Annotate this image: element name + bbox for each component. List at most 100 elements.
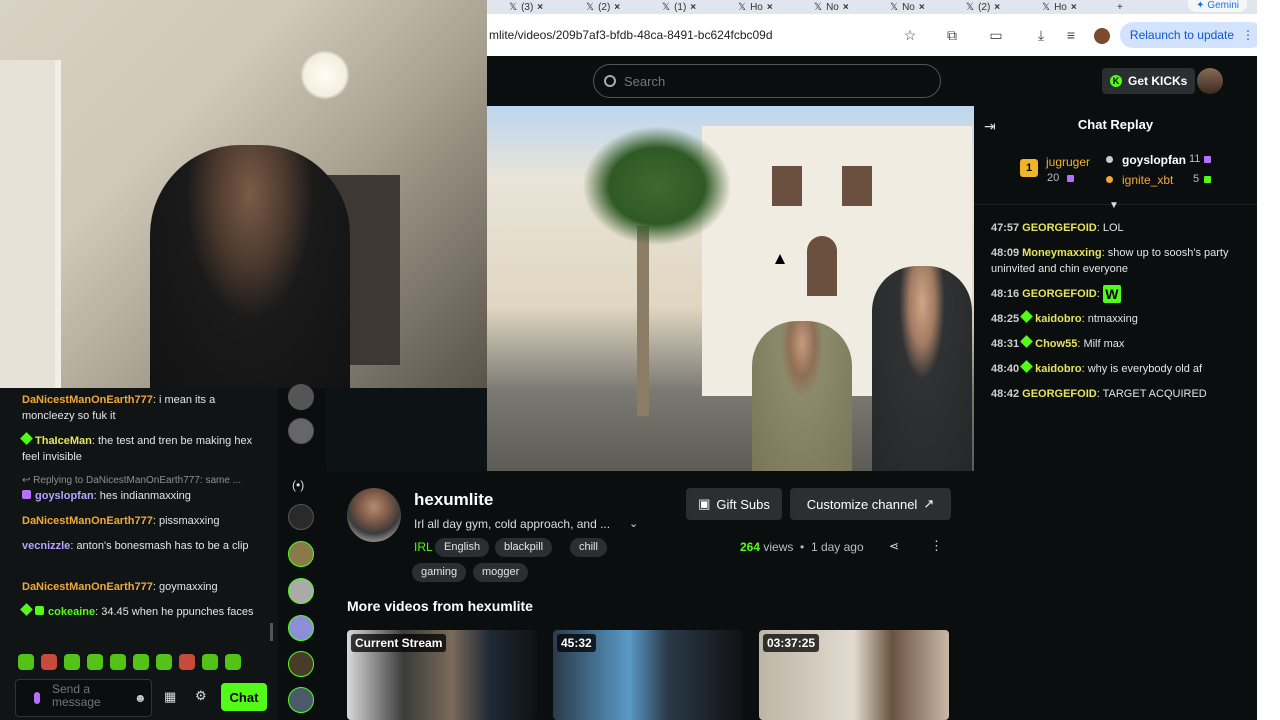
browser-tab[interactable]: 𝕏 (3) × xyxy=(509,0,543,14)
cast-icon[interactable]: ▭ xyxy=(988,27,1004,43)
close-icon[interactable]: × xyxy=(690,2,696,13)
channel-avatar[interactable] xyxy=(288,651,314,677)
stream-title: Irl all day gym, cold approach, and ... xyxy=(414,517,611,531)
new-tab-icon[interactable]: + xyxy=(1117,0,1123,14)
browser-tab[interactable]: 𝕏 Ho × xyxy=(738,0,773,14)
leaderboard-user[interactable]: jugruger xyxy=(1046,155,1090,169)
browser-tab[interactable]: 𝕏 Ho × xyxy=(1042,0,1077,14)
video-stats: 264 views • 1 day ago xyxy=(740,540,864,554)
emote-icon[interactable] xyxy=(179,654,195,670)
close-icon[interactable]: × xyxy=(1071,2,1077,13)
extensions-icon[interactable]: ⧉ xyxy=(944,27,960,43)
x-logo-icon: 𝕏 xyxy=(966,1,975,13)
user-avatar[interactable] xyxy=(1197,68,1223,94)
video-window xyxy=(807,236,837,296)
media-controls-icon[interactable]: ≡ xyxy=(1063,27,1079,43)
chat-input-box: ☻ xyxy=(15,679,152,717)
video-thumbnail[interactable]: 45:32 xyxy=(553,630,743,720)
close-icon[interactable]: × xyxy=(614,2,620,13)
store-icon[interactable]: ▦ xyxy=(164,689,176,705)
browser-tab[interactable]: 𝕏 No × xyxy=(890,0,925,14)
emote-icon[interactable] xyxy=(202,654,218,670)
get-kicks-button[interactable]: K Get KICKs xyxy=(1102,68,1196,94)
reply-icon: ↩ xyxy=(22,475,34,486)
rank-badge: 1 xyxy=(1020,159,1038,177)
microphone-icon[interactable] xyxy=(34,692,40,704)
gear-icon[interactable]: ⚙ xyxy=(195,688,207,704)
bookmark-star-icon[interactable]: ☆ xyxy=(902,27,918,43)
chevron-down-icon[interactable]: ⌄ xyxy=(629,517,638,530)
browser-tab[interactable]: 𝕏 (1) × xyxy=(662,0,696,14)
sparkle-icon: ✦ xyxy=(1196,0,1208,11)
x-logo-icon: 𝕏 xyxy=(738,1,747,13)
emoji-icon[interactable]: ☻ xyxy=(134,691,147,705)
tag-pill[interactable]: English xyxy=(435,538,490,557)
gemini-button[interactable]: ✦ Gemini xyxy=(1188,0,1247,12)
download-icon[interactable]: ⤓ xyxy=(1033,27,1049,43)
video-person-left xyxy=(752,321,852,471)
video-player[interactable] xyxy=(487,106,974,471)
chat-scrollbar[interactable] xyxy=(270,623,273,641)
emote-icon[interactable] xyxy=(64,654,80,670)
browser-tab[interactable]: 𝕏 (2) × xyxy=(586,0,620,14)
emote-icon[interactable] xyxy=(41,654,57,670)
emote-icon[interactable] xyxy=(18,654,34,670)
relaunch-button[interactable]: Relaunch to update ⋮ xyxy=(1119,22,1264,48)
kebab-menu-icon[interactable]: ⋮ xyxy=(930,538,943,554)
channel-avatar[interactable] xyxy=(288,418,314,444)
emote-icon[interactable] xyxy=(133,654,149,670)
emote-icon[interactable] xyxy=(110,654,126,670)
emote-icon[interactable] xyxy=(225,654,241,670)
leaderboard-user[interactable]: ignite_xbt xyxy=(1122,173,1173,187)
collapse-chat-icon[interactable]: ⇥ xyxy=(984,118,996,135)
close-icon[interactable]: × xyxy=(843,2,849,13)
gift-subs-button[interactable]: ▣ Gift Subs xyxy=(686,488,782,520)
channel-avatar[interactable] xyxy=(288,615,314,641)
chat-message: cokeaine: 34.45 when he ppunches faces xyxy=(20,603,262,620)
channel-avatar[interactable] xyxy=(288,541,314,567)
channel-avatar[interactable] xyxy=(288,504,314,530)
close-icon[interactable]: × xyxy=(767,2,773,13)
send-chat-button[interactable]: Chat xyxy=(221,683,267,711)
channel-avatar[interactable] xyxy=(347,488,401,542)
chat-input[interactable] xyxy=(50,681,124,715)
emote-icon[interactable] xyxy=(87,654,103,670)
category-link[interactable]: IRL xyxy=(414,540,433,554)
expand-leaderboard-icon[interactable]: ▼ xyxy=(1109,200,1119,211)
channel-avatar[interactable] xyxy=(288,687,314,713)
external-link-icon: ↗ xyxy=(923,496,935,511)
video-thumbnail[interactable]: 03:37:25 xyxy=(759,630,949,720)
live-broadcast-icon: (•) xyxy=(292,478,305,492)
window-edge xyxy=(1257,0,1280,720)
x-logo-icon: 𝕏 xyxy=(1042,1,1051,13)
customize-channel-button[interactable]: Customize channel ↗ xyxy=(790,488,951,520)
page-background xyxy=(326,388,487,471)
browser-profile-avatar[interactable] xyxy=(1094,28,1110,44)
leaderboard-user[interactable]: goyslopfan xyxy=(1122,153,1186,167)
leaderboard-count: 11 xyxy=(1189,153,1201,165)
video-thumbnail[interactable]: Current Stream xyxy=(347,630,537,720)
channel-name[interactable]: hexumlite xyxy=(414,490,493,510)
search-input[interactable] xyxy=(622,72,926,90)
reply-reference[interactable]: ↩ Replying to DaNicestManOnEarth777: sam… xyxy=(22,475,262,486)
kebab-menu-icon[interactable]: ⋮ xyxy=(1242,28,1254,42)
channel-avatar[interactable] xyxy=(288,578,314,604)
tag-pill[interactable]: gaming xyxy=(412,563,467,582)
url-field[interactable]: mlite/videos/209b7af3-bfdb-48ca-8491-bc6… xyxy=(489,28,889,42)
browser-tab[interactable]: 𝕏 No × xyxy=(814,0,849,14)
chat-message: 48:16 GEORGEFOID: W xyxy=(991,285,1246,303)
search-box[interactable] xyxy=(593,64,941,98)
emote-icon[interactable] xyxy=(156,654,172,670)
share-icon[interactable]: ⋖ xyxy=(889,539,899,553)
tag-pill[interactable]: blackpill xyxy=(495,538,553,557)
channel-avatar[interactable] xyxy=(288,384,314,410)
webcam-door xyxy=(0,60,61,388)
chat-message: DaNicestManOnEarth777: goymaxxing xyxy=(22,581,218,593)
close-icon[interactable]: × xyxy=(994,2,1000,13)
tag-pill[interactable]: chill xyxy=(570,538,607,557)
browser-tab[interactable]: 𝕏 (2) × xyxy=(966,0,1000,14)
close-icon[interactable]: × xyxy=(537,2,543,13)
close-icon[interactable]: × xyxy=(919,2,925,13)
tag-pill[interactable]: mogger xyxy=(473,563,529,582)
x-logo-icon: 𝕏 xyxy=(586,1,595,13)
